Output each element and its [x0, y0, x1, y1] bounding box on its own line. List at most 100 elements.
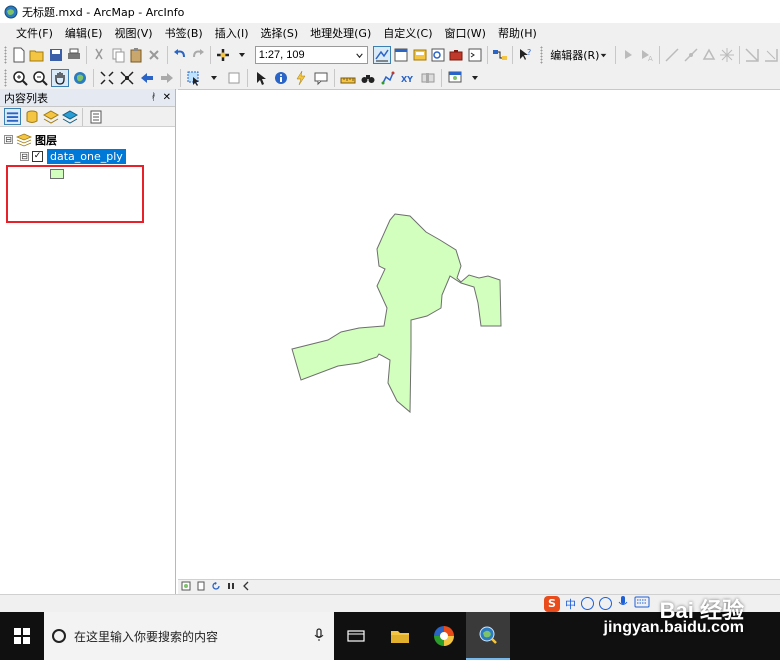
- sogou-ime-logo[interactable]: S: [544, 595, 560, 612]
- map-scale-combobox[interactable]: 1:27, 109: [254, 46, 369, 64]
- menu-customize[interactable]: 自定义(C): [377, 25, 438, 41]
- print-button[interactable]: [66, 46, 82, 64]
- model-builder-button[interactable]: [492, 46, 508, 64]
- layer-visibility-checkbox[interactable]: ✓: [32, 151, 43, 162]
- zoom-out-button[interactable]: [31, 69, 49, 87]
- find-button[interactable]: [359, 69, 377, 87]
- zoom-in-button[interactable]: [11, 69, 29, 87]
- catalog-button[interactable]: [412, 46, 428, 64]
- fixed-zoom-in-button[interactable]: [98, 69, 116, 87]
- list-by-drawing-order-button[interactable]: [4, 108, 21, 125]
- open-button[interactable]: [29, 46, 45, 64]
- menu-geoprocessing[interactable]: 地理处理(G): [304, 25, 377, 41]
- full-extent-button[interactable]: [71, 69, 89, 87]
- close-icon[interactable]: ✕: [163, 92, 171, 103]
- layer-group-row[interactable]: ⊟ 图层: [4, 131, 175, 148]
- construction-tool-button[interactable]: [701, 46, 717, 64]
- hyperlink-button[interactable]: [292, 69, 310, 87]
- layer-name-label[interactable]: data_one_ply: [47, 149, 126, 164]
- file-explorer-taskbar-button[interactable]: [378, 612, 422, 660]
- clear-selection-button[interactable]: [225, 69, 243, 87]
- menu-file[interactable]: 文件(F): [10, 25, 59, 41]
- undo-button[interactable]: [171, 46, 187, 64]
- map-display[interactable]: [178, 89, 780, 579]
- data-one-ply-polygon[interactable]: [291, 213, 502, 414]
- menu-windows[interactable]: 窗口(W): [439, 25, 492, 41]
- editor-toolbar-button[interactable]: [373, 46, 392, 64]
- collapse-toggle[interactable]: ⊟: [4, 135, 13, 144]
- toolbar-options-dropdown[interactable]: [466, 69, 484, 87]
- list-by-source-button[interactable]: [23, 108, 40, 125]
- ime-punctuation-icon[interactable]: [581, 597, 594, 610]
- save-button[interactable]: [47, 46, 63, 64]
- select-features-dropdown[interactable]: [205, 69, 223, 87]
- whats-this-button[interactable]: ?: [517, 46, 533, 64]
- redo-button[interactable]: [190, 46, 206, 64]
- identify-button[interactable]: [272, 69, 290, 87]
- menu-help[interactable]: 帮助(H): [492, 25, 543, 41]
- microphone-icon[interactable]: [314, 627, 324, 645]
- straight-segment-button[interactable]: [664, 46, 680, 64]
- ime-emoji-icon[interactable]: [599, 597, 612, 610]
- edit-annotation-button[interactable]: A: [639, 46, 655, 64]
- task-view-button[interactable]: [334, 612, 378, 660]
- toolbar-grip[interactable]: [4, 46, 7, 64]
- python-window-button[interactable]: [467, 46, 483, 64]
- new-document-button[interactable]: [11, 46, 27, 64]
- find-route-button[interactable]: [379, 69, 397, 87]
- editor-menu-button[interactable]: 编辑器(R): [546, 47, 612, 63]
- create-viewer-button[interactable]: [446, 69, 464, 87]
- go-forward-extent-button[interactable]: [158, 69, 176, 87]
- arcmap-taskbar-button[interactable]: [466, 612, 510, 660]
- search-window-button[interactable]: [430, 46, 446, 64]
- ime-keyboard-icon[interactable]: [634, 596, 650, 611]
- menu-edit[interactable]: 编辑(E): [59, 25, 109, 41]
- fixed-zoom-out-button[interactable]: [118, 69, 136, 87]
- map-canvas[interactable]: [178, 90, 780, 580]
- data-view-toggle[interactable]: [180, 581, 192, 593]
- midpoint-tool-button[interactable]: [682, 46, 698, 64]
- viewer-window-icon: [448, 71, 462, 83]
- menu-selection[interactable]: 选择(S): [255, 25, 305, 41]
- select-elements-button[interactable]: [252, 69, 270, 87]
- html-popup-button[interactable]: [312, 69, 330, 87]
- ime-language-indicator[interactable]: 中: [565, 596, 576, 612]
- split-tool-button[interactable]: [719, 46, 735, 64]
- paste-button[interactable]: [128, 46, 144, 64]
- add-data-button[interactable]: [215, 46, 231, 64]
- copy-button[interactable]: [109, 46, 125, 64]
- layer-row[interactable]: ⊟ ✓ data_one_ply: [4, 148, 175, 165]
- go-to-xy-button[interactable]: XY: [399, 69, 417, 87]
- edit-tool-button[interactable]: [620, 46, 636, 64]
- toolbar-grip[interactable]: [540, 46, 544, 64]
- pause-drawing-button[interactable]: [225, 581, 237, 593]
- start-button[interactable]: [0, 612, 44, 660]
- menu-view[interactable]: 视图(V): [108, 25, 158, 41]
- table-of-contents-button[interactable]: [393, 46, 409, 64]
- color-app-taskbar-button[interactable]: [422, 612, 466, 660]
- layout-view-toggle[interactable]: [195, 581, 207, 593]
- pan-button[interactable]: [51, 69, 69, 87]
- measure-button[interactable]: [339, 69, 357, 87]
- menu-insert[interactable]: 插入(I): [209, 25, 255, 41]
- time-slider-button[interactable]: [419, 69, 437, 87]
- cut-polygon-button[interactable]: [763, 46, 779, 64]
- go-back-extent-button[interactable]: [138, 69, 156, 87]
- ime-voice-icon[interactable]: [617, 595, 629, 612]
- refresh-view-button[interactable]: [210, 581, 222, 593]
- add-data-dropdown[interactable]: [233, 46, 249, 64]
- list-by-selection-button[interactable]: [61, 108, 78, 125]
- delete-button[interactable]: [146, 46, 162, 64]
- toolbar-grip[interactable]: [4, 69, 7, 87]
- pin-icon[interactable]: ᚯ: [151, 92, 157, 103]
- select-features-button[interactable]: [185, 69, 203, 87]
- cut-button[interactable]: [91, 46, 107, 64]
- collapse-toggle[interactable]: ⊟: [20, 152, 29, 161]
- menu-bookmarks[interactable]: 书签(B): [159, 25, 209, 41]
- toc-options-button[interactable]: [87, 108, 104, 125]
- taskbar-search-box[interactable]: 在这里输入你要搜索的内容: [44, 612, 334, 660]
- arctoolbox-button[interactable]: [448, 46, 464, 64]
- reshape-tool-button[interactable]: [744, 46, 760, 64]
- scroll-left-button[interactable]: [240, 581, 252, 593]
- list-by-visibility-button[interactable]: [42, 108, 59, 125]
